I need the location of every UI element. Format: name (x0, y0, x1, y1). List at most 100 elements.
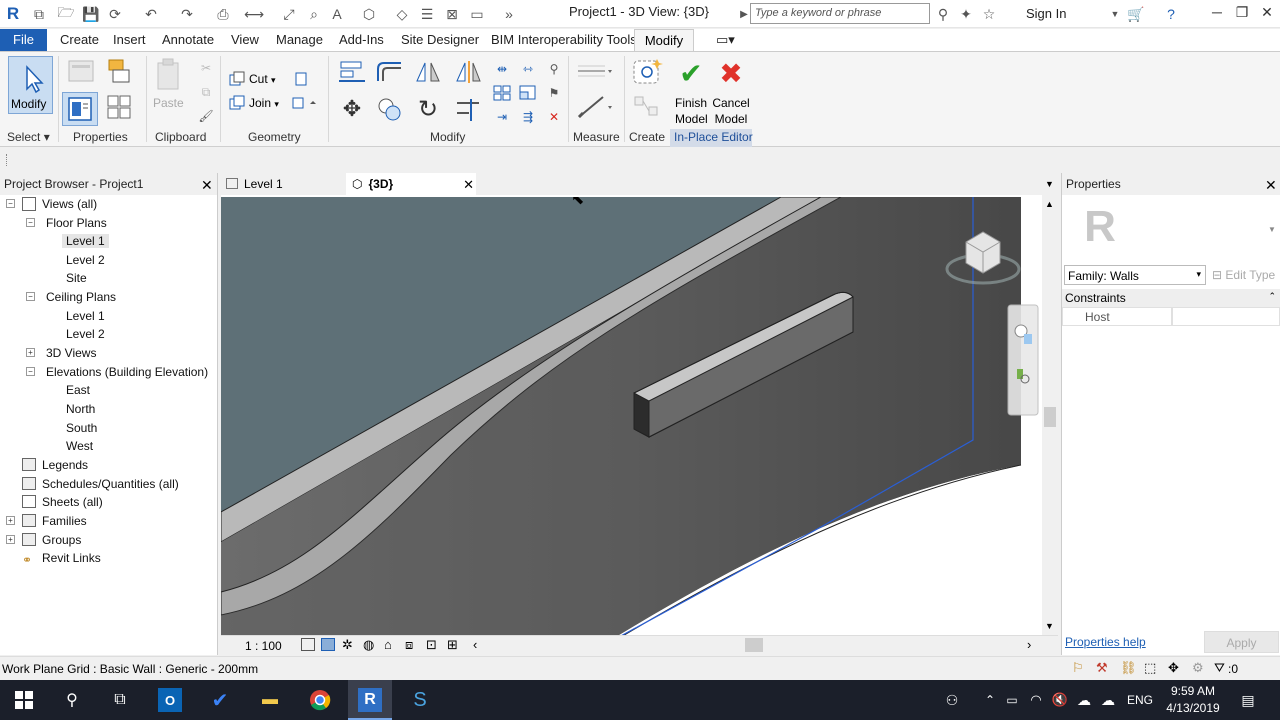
offset-icon[interactable] (374, 58, 406, 86)
tree-sheets[interactable]: Sheets (all) (42, 495, 103, 509)
skype-icon[interactable]: S (408, 688, 432, 712)
cancel-model-icon[interactable]: ✖ (716, 58, 746, 89)
ribbon-display-toggle-icon[interactable]: ▭▾ (716, 32, 735, 48)
split-element-icon[interactable]: ⇹ (492, 60, 512, 78)
qat-overflow-icon[interactable]: » (500, 5, 518, 23)
horizontal-scroll-thumb[interactable] (745, 638, 763, 652)
open-folder-icon[interactable]: 🗁 (57, 4, 75, 23)
text-icon[interactable]: A (328, 5, 346, 23)
outlook-icon[interactable]: O (158, 688, 182, 712)
modify-tool-button[interactable]: Modify (8, 56, 53, 114)
trim-multiple-icon[interactable]: ⇶ (518, 108, 538, 126)
close-hidden-icon[interactable]: ⊠ (443, 5, 461, 23)
tab-add-ins[interactable]: Add-Ins (339, 32, 384, 47)
collapse-toggle-icon[interactable]: − (26, 367, 35, 376)
pin-icon[interactable]: ⚑ (544, 84, 564, 102)
close-project-browser-icon[interactable]: ✕ (201, 177, 213, 194)
delete-icon[interactable]: ✕ (544, 108, 564, 126)
cut-geometry-icon[interactable] (228, 70, 246, 88)
tab-list-dropdown-icon[interactable]: ▼ (1045, 179, 1054, 189)
show-crop-region-icon[interactable]: ⊡ (426, 637, 437, 653)
binoculars-icon[interactable]: ⚲ (934, 5, 952, 23)
view-tab-level1[interactable]: Level 1 (220, 173, 346, 195)
aligned-dimension-icon[interactable]: ⤢ (280, 5, 298, 23)
create-similar-icon[interactable] (630, 92, 664, 122)
subscription-icon[interactable]: ✦ (957, 5, 975, 23)
trim-extend-corner-icon[interactable] (452, 94, 484, 124)
properties-help-link[interactable]: Properties help (1065, 635, 1146, 649)
user-icon[interactable] (1005, 5, 1021, 23)
tab-file[interactable]: File (0, 29, 47, 51)
crop-view-icon[interactable]: ⧈ (405, 637, 413, 653)
dimension-icon[interactable] (574, 92, 614, 122)
model-canvas[interactable] (221, 197, 1042, 635)
type-selector-dropdown-icon[interactable]: ▼ (1268, 225, 1276, 234)
join-geometry-icon[interactable] (228, 94, 246, 112)
windows-start-icon[interactable] (12, 688, 36, 712)
wifi-icon[interactable]: ◠ (1024, 688, 1048, 712)
expand-toggle-icon[interactable]: + (26, 348, 35, 357)
shadows-icon[interactable]: ◍ (363, 637, 374, 653)
expand-toggle-icon[interactable]: + (6, 516, 15, 525)
tree-elevations[interactable]: Elevations (Building Elevation) (46, 365, 208, 379)
create-group-icon[interactable] (630, 56, 664, 88)
match-properties-icon[interactable]: 🖌 (196, 106, 216, 126)
tree-3d-views[interactable]: 3D Views (46, 346, 96, 360)
properties-button[interactable] (62, 92, 98, 126)
mirror-draw-axis-icon[interactable] (452, 58, 484, 86)
tree-groups[interactable]: Groups (42, 533, 81, 547)
move-icon[interactable]: ✥ (336, 94, 368, 124)
paste-icon[interactable] (152, 56, 184, 94)
tab-bim-interoperability[interactable]: BIM Interoperability Tools (491, 32, 637, 47)
join-label[interactable]: Join ▾ (249, 96, 279, 110)
tab-manage[interactable]: Manage (276, 32, 323, 47)
revit-app-icon[interactable]: R (358, 688, 382, 712)
family-category-icon[interactable] (104, 92, 134, 122)
redo-icon[interactable]: ↷ (178, 5, 196, 23)
finish-model-icon[interactable]: ✔ (676, 58, 706, 89)
tree-elevation-east[interactable]: East (66, 383, 90, 397)
scale-icon[interactable] (518, 84, 538, 102)
options-bar-grip[interactable] (6, 154, 10, 166)
cut-label[interactable]: Cut ▾ (249, 72, 276, 86)
copy-icon[interactable]: ⧉ (196, 82, 216, 102)
measure-icon[interactable]: ⟷ (244, 5, 264, 23)
search-input[interactable]: Type a keyword or phrase (750, 3, 930, 24)
tree-ceiling-plans[interactable]: Ceiling Plans (46, 290, 116, 304)
volume-muted-icon[interactable]: 🔇 (1048, 688, 1072, 712)
select-underlay-icon[interactable]: ⬚ (1144, 660, 1156, 676)
view-vertical-scrollbar[interactable]: ▲ ▼ (1042, 195, 1058, 635)
tree-floor-plan-site[interactable]: Site (66, 271, 87, 285)
people-icon[interactable]: ⚇ (940, 688, 964, 712)
sign-in-link[interactable]: Sign In (1026, 6, 1066, 21)
sync-icon[interactable]: ⟳ (106, 5, 124, 23)
chrome-icon[interactable] (308, 688, 332, 712)
minimize-button[interactable]: ─ (1204, 4, 1230, 24)
clock[interactable]: 9:59 AM 4/13/2019 (1166, 684, 1220, 715)
collapse-toggle-icon[interactable]: − (26, 292, 35, 301)
edit-type-button[interactable]: ⊟ Edit Type (1212, 268, 1275, 282)
constraints-group[interactable]: Constraints ⌃ (1062, 289, 1280, 307)
file-explorer-icon[interactable]: ▬ (258, 688, 282, 712)
drag-on-selection-icon[interactable]: ⚙ (1192, 660, 1204, 676)
expand-toggle-icon[interactable]: + (6, 535, 15, 544)
tree-floor-plan-level2[interactable]: Level 2 (66, 253, 105, 267)
tray-expand-icon[interactable]: ⌃ (978, 688, 1002, 712)
switch-windows-icon[interactable]: ▭ (468, 5, 486, 23)
revit-logo-icon[interactable]: R (4, 4, 22, 23)
tab-insert[interactable]: Insert (113, 32, 146, 47)
design-options-icon[interactable]: ⚒ (1096, 660, 1108, 676)
restore-button[interactable]: ❐ (1229, 4, 1255, 24)
cancel-model-button[interactable]: Cancel Model (712, 95, 750, 127)
tab-view[interactable]: View (231, 32, 259, 47)
3d-view-icon[interactable]: ⬡ (360, 5, 378, 23)
navigation-bar[interactable] (1007, 304, 1039, 416)
unlocked-3d-view-icon[interactable]: ⊞ (447, 637, 458, 653)
scroll-up-icon[interactable]: ▲ (1045, 199, 1054, 209)
select-pinned-icon[interactable]: ✥ (1168, 660, 1179, 676)
input-language[interactable]: ENG (1127, 693, 1153, 707)
tree-families[interactable]: Families (42, 514, 87, 528)
close-properties-icon[interactable]: ✕ (1265, 177, 1277, 194)
tree-ceiling-plan-level1[interactable]: Level 1 (66, 309, 105, 323)
select-links-icon[interactable]: ⛓ (1120, 660, 1137, 676)
